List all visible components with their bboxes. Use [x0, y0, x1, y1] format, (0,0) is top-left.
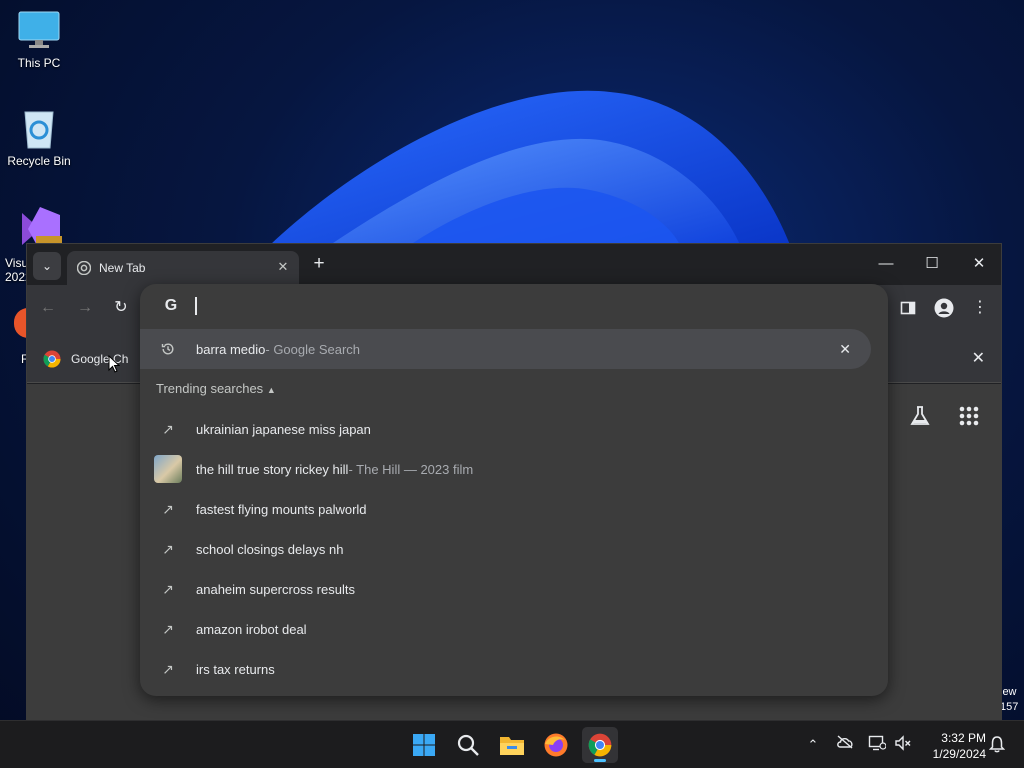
omnibox-dropdown: G barra medio - Google Search ✕ Trending… [140, 284, 888, 696]
suggestion-text: fastest flying mounts palworld [196, 501, 367, 517]
trending-row[interactable]: ↗ ukrainian japanese miss japan [140, 409, 888, 449]
desktop-edge-text: 157 [1000, 701, 1019, 713]
suggestion-text: the hill true story rickey hill [196, 461, 349, 477]
onedrive-icon[interactable] [835, 735, 855, 755]
trending-up-icon: ↗ [162, 580, 174, 597]
chrome-taskbar-button[interactable] [582, 727, 618, 763]
desktop-icon-recycle-bin[interactable]: Recycle Bin [1, 106, 77, 168]
suggestion-text: barra medio [196, 341, 266, 357]
chrome-logo-icon [43, 350, 61, 368]
forward-button[interactable]: → [74, 297, 96, 319]
desktop-edge-text: iew [1000, 686, 1017, 698]
trending-up-icon: ↗ [162, 420, 174, 437]
clock-date: 1/29/2024 [932, 747, 986, 761]
windows-logo-icon [413, 734, 435, 756]
suggestion-text: ukrainian japanese miss japan [196, 421, 371, 437]
desktop-icon-this-pc[interactable]: This PC [1, 8, 77, 70]
arrow-left-icon: ← [40, 299, 56, 316]
active-indicator [594, 759, 606, 762]
taskbar: ⌃ 3:32 PM 1/29/2024 [0, 720, 1024, 768]
omnibox-input[interactable]: G [140, 284, 888, 330]
text-caret [195, 297, 197, 315]
start-button[interactable] [406, 727, 442, 763]
clock-time: 3:32 PM [941, 731, 986, 745]
chrome-favicon-icon [77, 261, 91, 275]
thumbnail-wrapper [140, 455, 196, 483]
suggestion-history-row[interactable]: barra medio - Google Search ✕ [140, 329, 871, 369]
folder-icon [500, 737, 524, 755]
desktop-icon-label: Recycle Bin [7, 154, 71, 168]
reload-icon: ↻ [114, 299, 128, 316]
recycle-bin-icon [17, 106, 61, 150]
caret-up-icon: ▲ [266, 385, 276, 395]
trending-up-icon: ↗ [162, 540, 174, 557]
google-g-icon: G [164, 297, 178, 314]
show-hidden-icons-button[interactable]: ⌃ [803, 735, 823, 755]
bell-icon [988, 736, 1006, 753]
trending-up-icon: ↗ [162, 620, 174, 637]
trending-header-label: Trending searches [156, 381, 264, 396]
tab-strip: ⌄ New Tab ✕ + — ☐ ✕ [27, 244, 1001, 285]
side-panel-button[interactable] [897, 297, 919, 319]
suggestion-text: amazon irobot deal [196, 621, 307, 637]
trending-row[interactable]: the hill true story rickey hill - The Hi… [140, 449, 888, 489]
network-icon[interactable] [867, 735, 887, 755]
profile-button[interactable] [933, 297, 955, 319]
history-icon [140, 342, 196, 356]
info-bar-close-icon[interactable]: ✕ [972, 348, 985, 368]
tab-new-tab[interactable]: New Tab ✕ [67, 251, 299, 285]
close-window-button[interactable]: ✕ [956, 252, 1002, 276]
back-button[interactable]: ← [37, 297, 59, 319]
notifications-button[interactable] [987, 735, 1007, 755]
system-clock[interactable]: 3:32 PM 1/29/2024 [920, 730, 986, 762]
tab-search-button[interactable]: ⌄ [33, 252, 61, 280]
minimize-button[interactable]: — [863, 252, 909, 276]
tab-title: New Tab [99, 261, 146, 275]
reload-button[interactable]: ↻ [110, 297, 132, 319]
labs-flask-icon[interactable] [909, 405, 931, 427]
trending-row[interactable]: ↗ anaheim supercross results [140, 569, 888, 609]
film-thumbnail-image [154, 455, 182, 483]
suggestion-text: anaheim supercross results [196, 581, 355, 597]
chevron-down-icon: ⌄ [41, 259, 53, 273]
desktop-icon-label: This PC [17, 56, 61, 70]
google-apps-icon[interactable] [958, 405, 980, 427]
trending-header[interactable]: Trending searches ▲ [156, 381, 276, 396]
volume-muted-icon[interactable] [893, 735, 913, 755]
trending-up-icon: ↗ [162, 660, 174, 677]
suggestion-text: school closings delays nh [196, 541, 344, 557]
side-panel-icon [900, 301, 916, 315]
kebab-menu-icon: ⋮ [972, 299, 988, 316]
tab-close-icon[interactable]: ✕ [275, 259, 291, 275]
suggestion-subtext: - The Hill — 2023 film [348, 461, 474, 477]
monitor-icon [17, 8, 61, 52]
arrow-right-icon: → [77, 299, 93, 316]
suggestion-subtext: - Google Search [265, 341, 361, 357]
firefox-button[interactable] [538, 727, 574, 763]
trending-row[interactable]: ↗ irs tax returns [140, 649, 888, 689]
remove-suggestion-icon[interactable]: ✕ [839, 341, 851, 358]
search-button[interactable] [450, 727, 486, 763]
suggestion-text: irs tax returns [196, 661, 275, 677]
trending-row[interactable]: ↗ amazon irobot deal [140, 609, 888, 649]
mouse-cursor-icon [108, 354, 121, 378]
file-explorer-button[interactable] [494, 727, 530, 763]
new-tab-button[interactable]: + [309, 254, 329, 275]
chrome-logo-icon [588, 733, 612, 757]
trending-row[interactable]: ↗ fastest flying mounts palworld [140, 489, 888, 529]
menu-button[interactable]: ⋮ [969, 297, 991, 319]
maximize-button[interactable]: ☐ [909, 252, 955, 276]
desktop-partial-label: Visu [5, 256, 29, 270]
trending-up-icon: ↗ [162, 500, 174, 517]
search-icon [457, 734, 479, 756]
chevron-up-icon: ⌃ [807, 737, 819, 752]
trending-row[interactable]: ↗ school closings delays nh [140, 529, 888, 569]
firefox-icon [544, 733, 568, 757]
avatar-icon [934, 298, 954, 318]
